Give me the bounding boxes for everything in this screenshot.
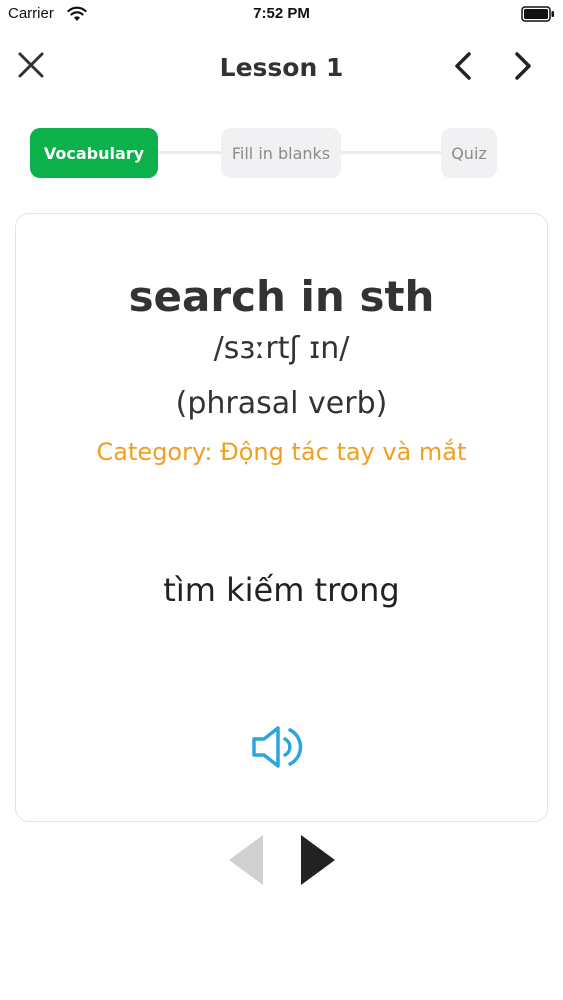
next-card-button[interactable] bbox=[298, 832, 338, 888]
clock: 7:52 PM bbox=[253, 5, 310, 22]
previous-lesson-button[interactable] bbox=[443, 48, 483, 88]
triangle-right-icon bbox=[298, 835, 338, 892]
battery-icon bbox=[521, 6, 555, 26]
vocabulary-word: search in sth bbox=[128, 272, 435, 321]
word-meaning: tìm kiếm trong bbox=[163, 571, 400, 609]
category-label: Category: Động tác tay và mắt bbox=[96, 438, 467, 466]
nav-bar: Lesson 1 bbox=[0, 40, 563, 96]
chevron-right-icon bbox=[512, 51, 534, 85]
status-bar: Carrier 7:52 PM bbox=[0, 0, 563, 30]
speaker-icon bbox=[250, 726, 314, 776]
previous-card-button[interactable] bbox=[226, 832, 266, 888]
flashcard[interactable]: search in sth /sɜːrtʃ ɪn/ (phrasal verb)… bbox=[15, 213, 548, 822]
triangle-left-icon bbox=[226, 835, 266, 892]
chevron-left-icon bbox=[452, 51, 474, 85]
lesson-steps: Vocabulary Fill in blanks Quiz bbox=[0, 127, 563, 179]
next-lesson-button[interactable] bbox=[503, 48, 543, 88]
tab-fill-in-blanks[interactable]: Fill in blanks bbox=[221, 128, 341, 178]
phonetic-transcription: /sɜːrtʃ ɪn/ bbox=[213, 331, 350, 366]
tab-vocabulary[interactable]: Vocabulary bbox=[30, 128, 158, 178]
tab-quiz[interactable]: Quiz bbox=[441, 128, 497, 178]
step-connector bbox=[158, 151, 222, 154]
part-of-speech: (phrasal verb) bbox=[175, 386, 388, 421]
step-connector bbox=[340, 151, 442, 154]
play-audio-button[interactable] bbox=[250, 722, 314, 772]
